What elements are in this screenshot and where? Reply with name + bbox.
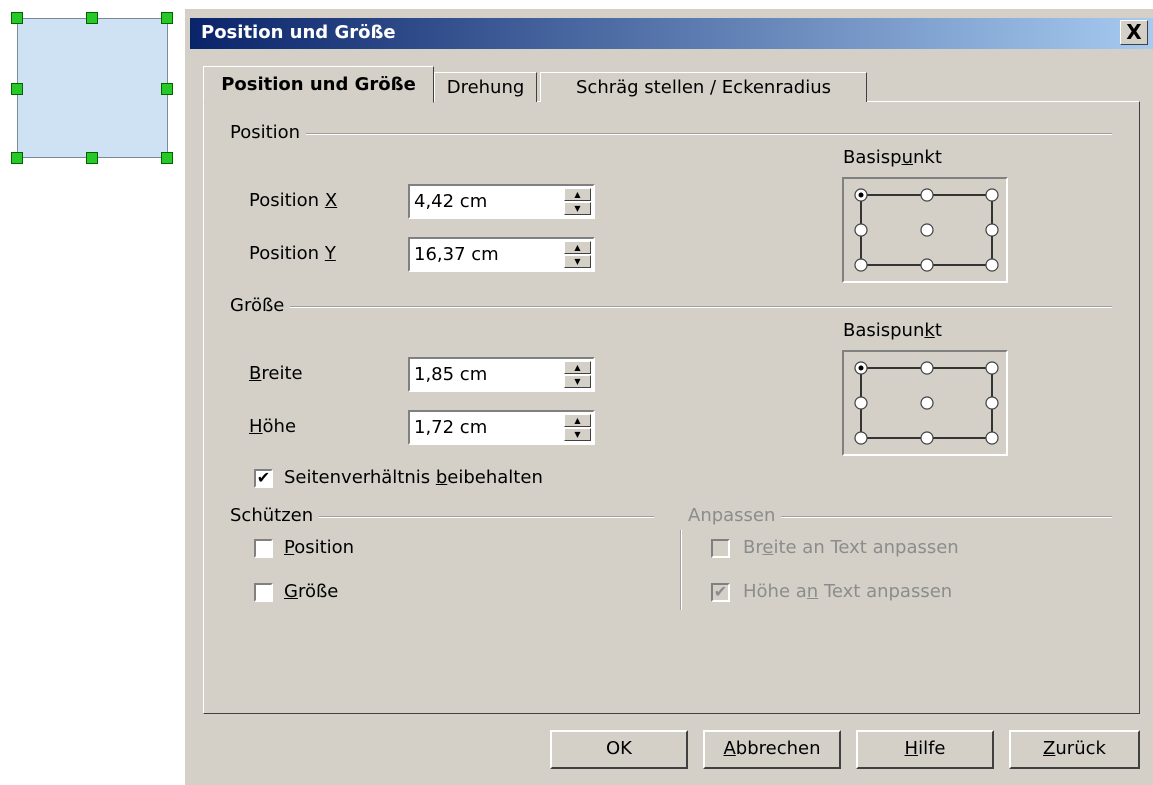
height-value[interactable]: 1,72 cm: [414, 417, 487, 438]
position-x-spinner[interactable]: ▲ ▼: [564, 188, 591, 215]
width-label: Breite: [249, 363, 303, 384]
tab-slant-corner-radius[interactable]: Schräg stellen / Eckenradius: [540, 72, 867, 102]
ok-button[interactable]: OK: [550, 730, 688, 769]
basepoint-selector-position[interactable]: [842, 177, 1008, 283]
spin-up-icon[interactable]: ▲: [564, 241, 591, 254]
resize-handle-top[interactable]: [86, 12, 98, 24]
basepoint-label-size: Basispunkt: [843, 320, 942, 341]
fit-group-divider: [680, 530, 682, 610]
position-group-line: [232, 133, 1112, 135]
position-y-spinner[interactable]: ▲ ▼: [564, 241, 591, 268]
basepoint-selector-size[interactable]: [842, 350, 1008, 456]
keep-ratio-label: Seitenverhältnis beibehalten: [284, 467, 543, 488]
resize-handle-right[interactable]: [161, 83, 173, 95]
tab-label: Position und Größe: [221, 74, 416, 95]
cancel-button[interactable]: Abbrechen: [703, 730, 841, 769]
protect-size-checkbox[interactable]: [254, 583, 273, 602]
help-button[interactable]: Hilfe: [856, 730, 994, 769]
tab-label: Schräg stellen / Eckenradius: [576, 77, 831, 98]
fit-group-label: Anpassen: [688, 505, 782, 526]
fit-width-label: Breite an Text anpassen: [743, 537, 959, 558]
resize-handle-bottom[interactable]: [86, 152, 98, 164]
width-field[interactable]: 1,85 cm ▲ ▼: [408, 357, 595, 392]
height-field[interactable]: 1,72 cm ▲ ▼: [408, 410, 595, 445]
protect-position-label: Position: [284, 537, 355, 558]
dialog-title: Position und Größe: [201, 22, 396, 43]
resize-handle-top-right[interactable]: [161, 12, 173, 24]
width-spinner[interactable]: ▲ ▼: [564, 361, 591, 388]
position-y-field[interactable]: 16,37 cm ▲ ▼: [408, 237, 595, 272]
fit-height-label: Höhe an Text anpassen: [743, 581, 953, 602]
position-x-field[interactable]: 4,42 cm ▲ ▼: [408, 184, 595, 219]
protect-size-label: Größe: [284, 581, 339, 602]
spin-up-icon[interactable]: ▲: [564, 414, 591, 427]
spin-down-icon[interactable]: ▼: [564, 255, 591, 268]
checkmark-icon: ✔: [713, 582, 728, 601]
height-spinner[interactable]: ▲ ▼: [564, 414, 591, 441]
spin-down-icon[interactable]: ▼: [564, 375, 591, 388]
spin-up-icon[interactable]: ▲: [564, 188, 591, 201]
ok-button-label: OK: [606, 738, 632, 759]
resize-handle-top-left[interactable]: [11, 12, 23, 24]
tab-position-size[interactable]: Position und Größe: [203, 66, 434, 103]
tab-rotation[interactable]: Drehung: [434, 72, 537, 102]
fit-width-checkbox[interactable]: [711, 539, 730, 558]
resize-handle-bottom-left[interactable]: [11, 152, 23, 164]
selected-shape[interactable]: [11, 12, 173, 164]
position-y-label: Position Y: [249, 243, 336, 264]
close-button[interactable]: X: [1120, 20, 1148, 45]
resize-handle-left[interactable]: [11, 83, 23, 95]
width-value[interactable]: 1,85 cm: [414, 364, 487, 385]
position-group-label: Position: [230, 122, 307, 143]
position-x-label: Position X: [249, 190, 338, 211]
protect-group-label: Schützen: [230, 505, 320, 526]
close-icon: X: [1126, 20, 1142, 44]
checkmark-icon: ✔: [256, 468, 271, 487]
back-button[interactable]: Zurück: [1009, 730, 1140, 769]
fit-height-checkbox[interactable]: ✔: [711, 583, 730, 602]
tab-label: Drehung: [446, 77, 525, 98]
position-y-value[interactable]: 16,37 cm: [414, 244, 499, 265]
height-label: Höhe: [249, 416, 297, 437]
spin-down-icon[interactable]: ▼: [564, 202, 591, 215]
size-group-line: [232, 306, 1112, 308]
keep-ratio-checkbox[interactable]: ✔: [254, 469, 273, 488]
basepoint-label-position: Basispunkt: [843, 147, 942, 168]
spin-down-icon[interactable]: ▼: [564, 428, 591, 441]
position-x-value[interactable]: 4,42 cm: [414, 191, 487, 212]
protect-position-checkbox[interactable]: [254, 539, 273, 558]
spin-up-icon[interactable]: ▲: [564, 361, 591, 374]
size-group-label: Größe: [230, 295, 291, 316]
resize-handle-bottom-right[interactable]: [161, 152, 173, 164]
